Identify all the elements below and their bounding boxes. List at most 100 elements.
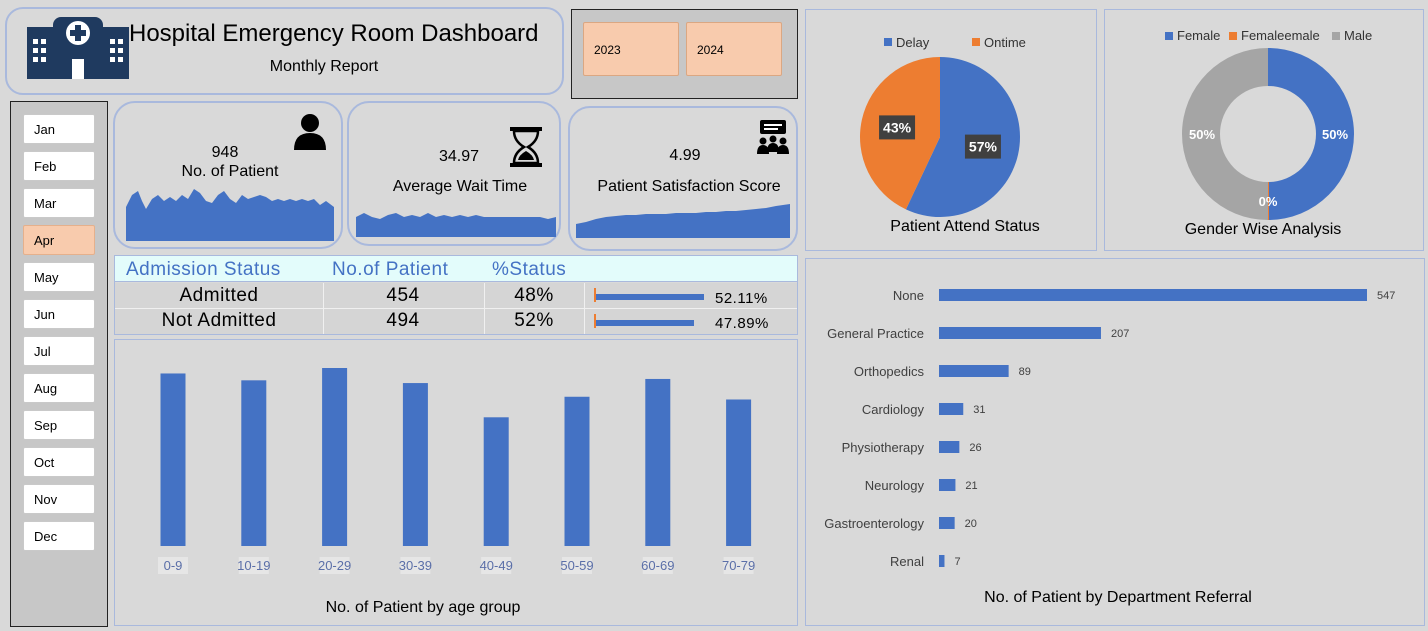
department-bar <box>939 327 1101 339</box>
kpi-wait-value: 34.97 <box>438 148 480 165</box>
age-tick-label: 0-9 <box>164 558 183 573</box>
month-button-feb[interactable]: Feb <box>23 151 95 181</box>
age-bar <box>322 368 348 546</box>
department-value: 31 <box>973 404 985 416</box>
admission-bar-fill <box>596 294 704 300</box>
age-tick-label: 40-49 <box>480 558 513 573</box>
month-button-apr[interactable]: Apr <box>23 225 95 255</box>
legend-label: Male <box>1344 28 1372 43</box>
attend-status-chart: Delay Ontime 57% 43% <box>860 35 1026 218</box>
year-button-2024[interactable]: 2024 <box>686 22 782 76</box>
age-bar <box>645 378 671 546</box>
legend-swatch <box>972 38 980 46</box>
department-label: General Practice <box>827 326 924 341</box>
department-label: Physiotherapy <box>842 440 925 455</box>
department-bar <box>939 517 955 529</box>
department-value: 20 <box>965 518 977 530</box>
department-chart-panel: None 547 General Practice 207 Orthopedics 89 C… <box>805 258 1425 626</box>
admission-header-pct: %Status <box>492 259 567 280</box>
legend-label: Female <box>1177 28 1220 43</box>
department-bar <box>939 479 956 491</box>
year-button-2023[interactable]: 2023 <box>583 22 679 76</box>
admission-table: Admission Status No.of Patient %Status A… <box>114 255 798 335</box>
kpi-satisfaction-label: Patient Satisfaction Score <box>597 178 781 195</box>
department-value: 26 <box>969 442 981 454</box>
department-bar <box>939 289 1367 301</box>
age-tick-label: 10-19 <box>237 558 270 573</box>
gender-chart-title: Gender Wise Analysis <box>1184 221 1342 238</box>
department-label: None <box>893 288 924 303</box>
month-slicer: Jan Feb Mar Apr May Jun Jul Aug Sep Oct … <box>10 101 108 627</box>
department-value: 21 <box>965 480 977 492</box>
data-label: 43% <box>883 119 912 135</box>
age-bar <box>564 396 590 546</box>
page-title: Hospital Emergency Room Dashboard <box>129 20 539 47</box>
department-bar <box>939 403 964 415</box>
kpi-card-patients: 948 No. of Patient <box>113 101 343 249</box>
admission-row-status: Admitted <box>179 285 259 306</box>
kpi-satisfaction-value: 4.99 <box>669 147 701 164</box>
month-button-jun[interactable]: Jun <box>23 299 95 329</box>
legend-label: Delay <box>896 35 930 50</box>
gender-analysis-chart: Female Femaleemale Male 50% 0% 50% <box>1165 28 1372 220</box>
admission-row-pct: 48% <box>514 285 554 306</box>
age-bar <box>160 373 186 546</box>
age-bar <box>726 399 752 546</box>
month-button-aug[interactable]: Aug <box>23 373 95 403</box>
gender-chart-panel: Female Femaleemale Male 50% 0% 50% Gender Wis… <box>1104 9 1424 251</box>
data-label: 0% <box>1259 194 1278 209</box>
age-bar <box>402 383 428 546</box>
age-tick-label: 70-79 <box>722 558 755 573</box>
kpi-wait-label: Average Wait Time <box>392 178 528 195</box>
hospital-icon <box>23 15 133 79</box>
age-group-chart: 0-9 10-19 20-29 30-39 40-49 50-59 60-69 70-79 <box>158 368 755 574</box>
age-chart-title: No. of Patient by age group <box>325 599 521 616</box>
kpi-wait-sparkline <box>356 213 556 237</box>
month-button-jul[interactable]: Jul <box>23 336 95 366</box>
month-button-dec[interactable]: Dec <box>23 521 95 551</box>
age-tick-label: 20-29 <box>318 558 351 573</box>
page-subtitle: Monthly Report <box>269 58 379 75</box>
kpi-patients-label: No. of Patient <box>181 163 279 180</box>
department-bar <box>939 441 960 453</box>
age-bar <box>241 380 267 546</box>
kpi-patients-sparkline <box>126 189 334 241</box>
legend-swatch <box>1332 32 1340 40</box>
month-button-may[interactable]: May <box>23 262 95 292</box>
attend-chart-title: Patient Attend Status <box>890 218 1040 235</box>
data-label: 50% <box>1189 127 1215 142</box>
department-label: Cardiology <box>862 402 925 417</box>
department-bar <box>939 365 1009 377</box>
legend-label: Femaleemale <box>1241 28 1320 43</box>
department-value: 7 <box>954 556 960 568</box>
row-divider <box>115 308 797 309</box>
admission-bar-admitted <box>594 288 704 302</box>
data-label: 57% <box>969 139 998 155</box>
kpi-patients-value: 948 <box>211 144 239 161</box>
month-button-oct[interactable]: Oct <box>23 447 95 477</box>
age-chart-panel: 0-9 10-19 20-29 30-39 40-49 50-59 60-69 70-79 N… <box>114 339 798 626</box>
department-label: Orthopedics <box>854 364 925 379</box>
data-label: 50% <box>1322 127 1348 142</box>
department-label: Neurology <box>865 478 925 493</box>
department-label: Renal <box>890 554 924 569</box>
admission-header-count: No.of Patient <box>332 259 449 280</box>
legend-label: Ontime <box>984 35 1026 50</box>
header-panel: Hospital Emergency Room Dashboard Monthl… <box>5 7 564 95</box>
admission-row-status: Not Admitted <box>161 310 277 331</box>
month-button-nov[interactable]: Nov <box>23 484 95 514</box>
admission-bar-fill <box>596 320 694 326</box>
month-button-jan[interactable]: Jan <box>23 114 95 144</box>
department-chart-title: No. of Patient by Department Referral <box>984 589 1252 606</box>
department-label: Gastroenterology <box>824 516 924 531</box>
age-tick-label: 50-59 <box>560 558 593 573</box>
admission-header-status: Admission Status <box>126 259 281 280</box>
department-value: 547 <box>1377 290 1395 302</box>
kpi-card-wait: 34.97 Average Wait Time <box>347 101 561 246</box>
age-bar <box>483 417 509 546</box>
attend-chart-panel: Delay Ontime 57% 43% Patient Attend Status <box>805 9 1097 251</box>
admission-bar-not-admitted <box>594 314 704 328</box>
legend-swatch <box>1165 32 1173 40</box>
month-button-mar[interactable]: Mar <box>23 188 95 218</box>
month-button-sep[interactable]: Sep <box>23 410 95 440</box>
